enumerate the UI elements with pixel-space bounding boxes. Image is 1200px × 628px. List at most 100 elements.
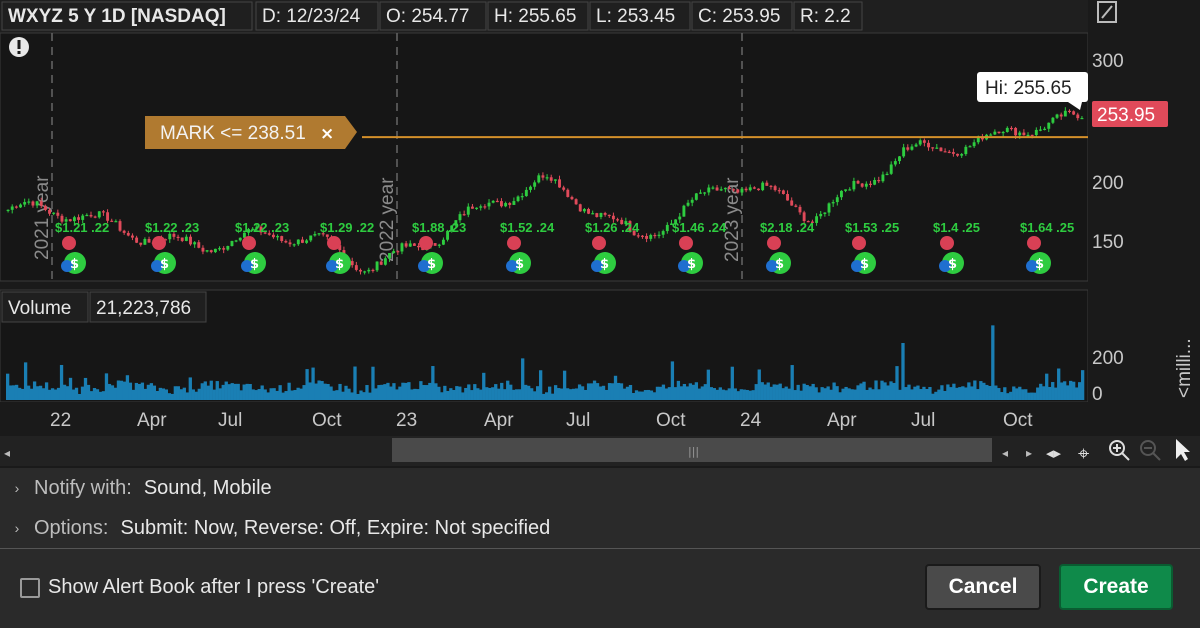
volume-bar [877, 389, 881, 400]
volume-bar [667, 387, 672, 400]
alert-book-label: Show Alert Book after I press 'Create' [48, 576, 380, 598]
volume-bar [338, 383, 342, 400]
scroll-left-end-icon[interactable]: ◂ [1002, 446, 1008, 460]
volume-bar [500, 382, 504, 400]
notify-row[interactable]: › Notify with: Sound, Mobile [0, 468, 1200, 509]
chart-area[interactable]: WXYZ 5 Y 1D [NASDAQ] D: 12/23/24 O: 254.… [0, 0, 1200, 470]
candle-body [1063, 110, 1067, 117]
volume-bar [485, 387, 489, 400]
notify-value: Sound, Mobile [143, 476, 272, 499]
candle-body [707, 187, 711, 193]
create-button[interactable]: Create [1059, 564, 1173, 610]
volume-bar [655, 386, 660, 400]
volume-bar [580, 386, 585, 400]
mark-label-tag[interactable]: MARK <= 238.51 × [145, 116, 357, 149]
candle-body [877, 180, 881, 182]
volume-bar [1069, 380, 1073, 400]
volume-bar [308, 382, 312, 400]
candle-body [367, 269, 371, 272]
crosshair-icon[interactable]: ⌖ [1078, 441, 1089, 465]
candle-body [508, 203, 512, 205]
volume-bar [790, 365, 794, 400]
volume-bar [245, 383, 249, 400]
candle-body [197, 242, 201, 248]
candle-body [815, 216, 819, 223]
volume-bar [137, 383, 142, 400]
candle-body [35, 201, 39, 206]
volume-bar [1060, 382, 1064, 400]
candle-body [39, 201, 43, 206]
candle-body [276, 236, 280, 238]
candle-body [611, 215, 615, 220]
time-tick: Apr [137, 410, 167, 431]
volume-bar [652, 392, 657, 400]
volume-bar [571, 388, 576, 400]
volume-bar [595, 383, 600, 400]
candle-body [587, 209, 590, 214]
volume-bar [473, 384, 477, 400]
volume-bar [197, 388, 201, 400]
candle-body [848, 189, 852, 191]
options-row[interactable]: › Options: Submit: Now, Reverse: Off, Ex… [0, 508, 1200, 549]
volume-bar [239, 390, 243, 400]
chevron-right-icon[interactable]: › [0, 480, 34, 496]
volume-bar [649, 390, 654, 400]
volume-bar [11, 385, 16, 400]
alert-book-checkbox[interactable] [20, 577, 40, 598]
volume-bar [910, 389, 914, 400]
candle-body [603, 213, 607, 215]
time-tick: 24 [740, 410, 762, 431]
candle-body [1022, 132, 1026, 136]
volume-bar [143, 388, 148, 400]
candle-body [790, 200, 794, 206]
candle-body [558, 179, 561, 188]
price-tick: 200 [1092, 173, 1124, 194]
volume-bar [182, 387, 186, 400]
volume-bar [95, 389, 100, 400]
volume-bar [290, 390, 294, 400]
scroll-left-icon[interactable]: ◂ [4, 446, 10, 460]
high-label: H: 255.65 [494, 6, 576, 27]
volume-bar [664, 388, 669, 400]
dividend-label: $1.53 .25 [845, 220, 899, 235]
volume-bar [1036, 387, 1040, 400]
volume-bar [814, 387, 818, 400]
volume-bar [937, 389, 941, 400]
dividend-dot [507, 236, 521, 250]
candle-body [487, 202, 491, 207]
volume-bar [335, 390, 339, 400]
candle-body [363, 271, 367, 273]
volume-bar [533, 391, 537, 400]
volume-bar [688, 383, 693, 400]
scroll-right-icon[interactable]: ▸ [1026, 446, 1032, 460]
dollar-icon: $ [687, 257, 696, 272]
volume-bar [1006, 393, 1010, 400]
alert-icon[interactable] [9, 37, 29, 57]
volume-bar [1057, 368, 1061, 400]
volume-bar [697, 388, 702, 400]
candle-body [765, 182, 769, 186]
volume-bar [359, 390, 363, 400]
volume-bar [314, 383, 318, 400]
dividend-label: $2.18 .24 [760, 220, 815, 235]
close-icon[interactable]: × [320, 124, 334, 144]
volume-bar [188, 377, 192, 400]
candle-body [309, 235, 313, 241]
volume-bar [128, 382, 133, 400]
candle-body [665, 224, 669, 232]
volume-bar [982, 382, 986, 400]
volume-bar [565, 388, 570, 400]
candle-body [686, 202, 690, 206]
alert-book-checkbox-row[interactable]: Show Alert Book after I press 'Create' [20, 576, 379, 599]
pan-icon[interactable]: ◂▸ [1046, 444, 1062, 462]
volume-bar [880, 380, 884, 400]
volume-header: Volume 21,223,786 [1, 291, 207, 323]
volume-bar [530, 388, 534, 400]
cancel-button[interactable]: Cancel [925, 564, 1041, 610]
volume-bar [997, 388, 1001, 400]
candle-body [951, 152, 955, 154]
volume-bar [125, 375, 130, 400]
candle-body [570, 196, 574, 200]
volume-bar [221, 384, 225, 400]
chevron-right-icon[interactable]: › [0, 520, 34, 536]
